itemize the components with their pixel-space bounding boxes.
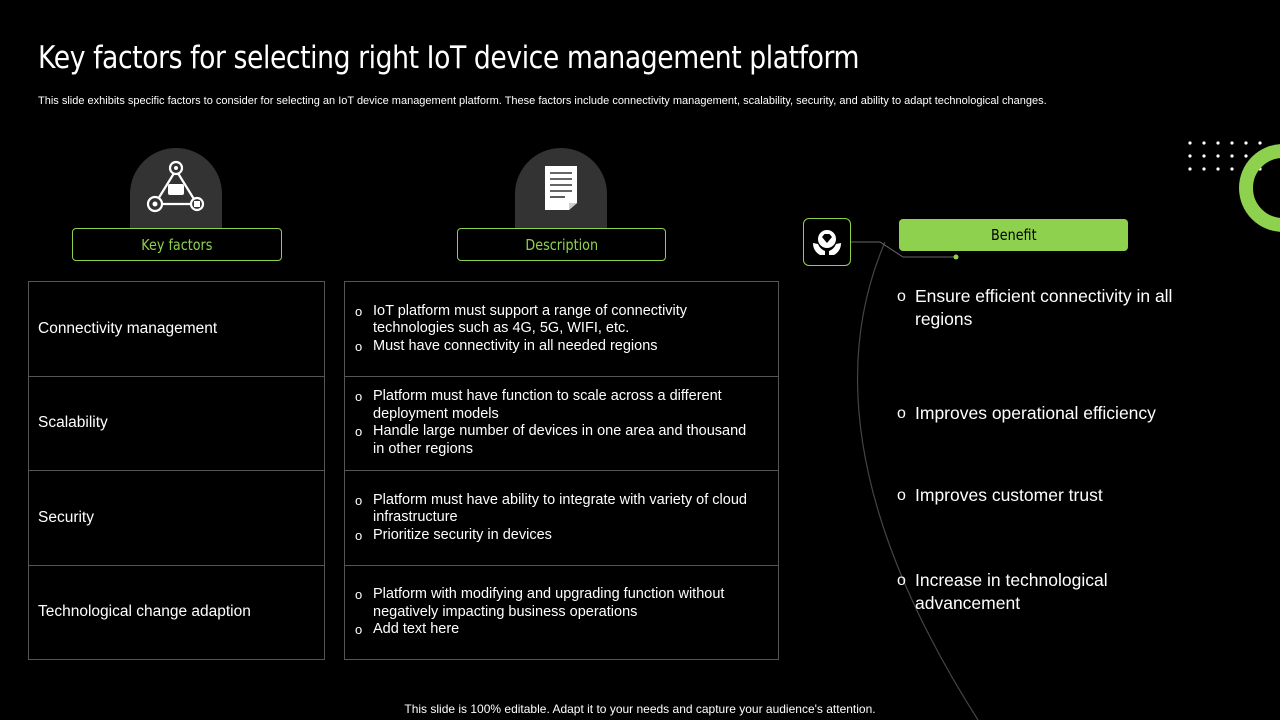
table-row: Platform with modifying and upgrading fu… — [344, 564, 779, 660]
table-row: Security — [28, 470, 325, 566]
benefit-item: Increase in technological advancement — [897, 569, 1157, 615]
table-row: Scalability — [28, 375, 325, 471]
description-cell: Platform must have function to scale acr… — [344, 375, 779, 471]
page-title: Key factors for selecting right IoT devi… — [38, 40, 860, 76]
document-icon — [515, 148, 607, 228]
table-row: Platform must have function to scale acr… — [344, 375, 779, 471]
description-cell: Platform with modifying and upgrading fu… — [344, 564, 779, 660]
benefit-item: Ensure efficient connectivity in all reg… — [897, 285, 1197, 331]
factor-cell: Scalability — [28, 375, 325, 471]
table-row: IoT platform must support a range of con… — [344, 281, 779, 377]
benefit-header: Benefit — [899, 219, 1128, 251]
description-cell: Platform must have ability to integrate … — [344, 470, 779, 566]
table-row: Connectivity management — [28, 281, 325, 377]
description-bullet: Prioritize security in devices — [355, 527, 758, 545]
key-factors-table: Connectivity management Scalability Secu… — [28, 281, 325, 660]
factor-cell: Security — [28, 470, 325, 566]
footer-note: This slide is 100% editable. Adapt it to… — [404, 702, 876, 716]
description-bullet: Platform with modifying and upgrading fu… — [355, 586, 758, 621]
table-row: Platform must have ability to integrate … — [344, 470, 779, 566]
description-table: IoT platform must support a range of con… — [344, 281, 779, 660]
description-bullet: Add text here — [355, 621, 758, 639]
description-bullet: Handle large number of devices in one ar… — [355, 423, 758, 458]
description-bullet: IoT platform must support a range of con… — [355, 303, 758, 338]
factor-cell: Connectivity management — [28, 281, 325, 377]
description-header: Description — [457, 228, 666, 261]
benefit-item: Improves customer trust — [897, 484, 1197, 507]
description-bullet: Platform must have ability to integrate … — [355, 492, 758, 527]
factor-cell: Technological change adaption — [28, 564, 325, 660]
table-row: Technological change adaption — [28, 564, 325, 660]
description-bullet: Must have connectivity in all needed reg… — [355, 338, 758, 356]
description-bullet: Platform must have function to scale acr… — [355, 388, 758, 423]
page-subtitle: This slide exhibits specific factors to … — [38, 95, 1047, 107]
description-cell: IoT platform must support a range of con… — [344, 281, 779, 377]
benefit-item: Improves operational efficiency — [897, 402, 1197, 425]
key-factors-header: Key factors — [72, 228, 282, 261]
network-triangle-icon — [130, 148, 222, 228]
hands-diamond-icon — [803, 218, 851, 266]
